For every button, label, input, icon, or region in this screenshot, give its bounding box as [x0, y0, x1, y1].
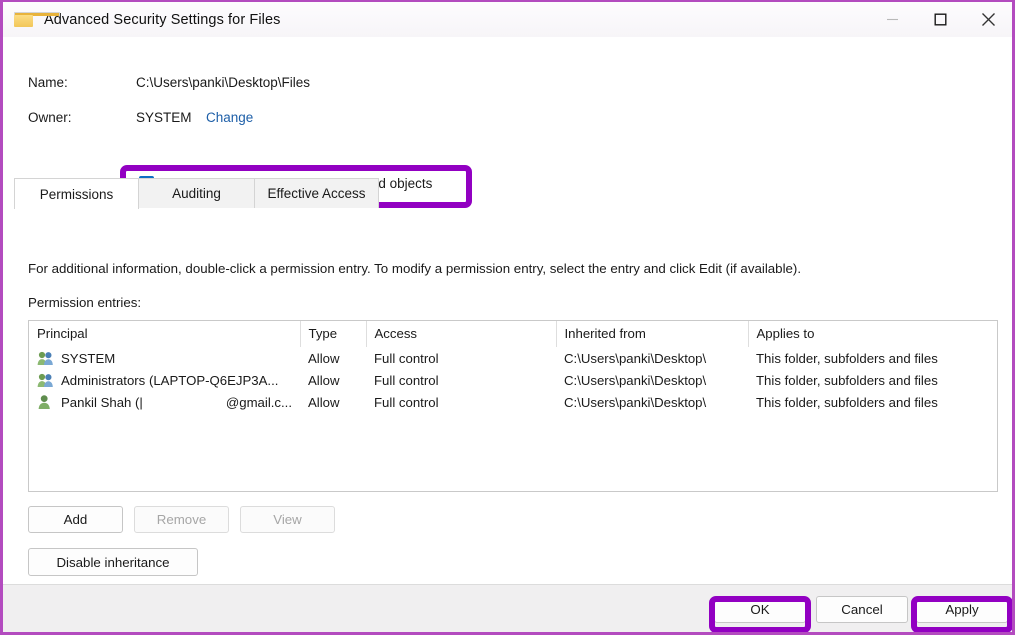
cell-applies-to: This folder, subfolders and files: [756, 394, 938, 410]
principal-name: Pankil Shah (|: [61, 394, 143, 410]
cell-principal: Pankil Shah (| @gmail.c...: [29, 391, 300, 413]
maximize-button[interactable]: [916, 2, 964, 37]
cell-type: Allow: [308, 394, 340, 410]
table-row[interactable]: SYSTEM Allow Full control C:\Users\panki…: [29, 347, 997, 369]
view-button-label: View: [273, 512, 302, 527]
tab-effective-access-label: Effective Access: [267, 186, 366, 201]
cell-inherited-from: C:\Users\panki\Desktop\: [564, 394, 707, 410]
cell-principal: Administrators (LAPTOP-Q6EJP3A...: [29, 369, 300, 391]
apply-button-label: Apply: [945, 602, 979, 617]
permissions-panel: For additional information, double-click…: [14, 208, 1001, 610]
name-value: C:\Users\panki\Desktop\Files: [136, 75, 311, 90]
table-row[interactable]: Administrators (LAPTOP-Q6EJP3A... Allow …: [29, 369, 997, 391]
close-icon: [981, 13, 995, 26]
dialog-footer: OK Cancel Apply: [3, 584, 1012, 632]
tab-effective-access[interactable]: Effective Access: [254, 178, 379, 208]
info-text: For additional information, double-click…: [28, 261, 802, 276]
owner-change-link[interactable]: Change: [206, 110, 253, 125]
group-icon: [37, 373, 53, 387]
table-header-row: Principal Type Access Inherited from App…: [29, 321, 997, 347]
remove-button-label: Remove: [156, 512, 207, 527]
cell-access: Full control: [374, 350, 439, 366]
cell-applies-to: This folder, subfolders and files: [756, 350, 938, 366]
permission-entries-label: Permission entries:: [28, 295, 142, 310]
column-header-access[interactable]: Access: [366, 321, 557, 347]
folder-icon: [14, 11, 60, 28]
principal-name: Administrators (LAPTOP-Q6EJP3A...: [61, 372, 279, 388]
maximize-icon: [934, 13, 947, 26]
cell-access: Full control: [374, 372, 439, 388]
close-button[interactable]: [964, 2, 1012, 37]
cell-principal: SYSTEM: [29, 347, 300, 369]
view-button[interactable]: View: [240, 506, 335, 533]
cell-inherited-from: C:\Users\panki\Desktop\: [564, 350, 707, 366]
column-header-inherited-from[interactable]: Inherited from: [556, 321, 749, 347]
window-title: Advanced Security Settings for Files: [44, 11, 281, 28]
user-icon: [38, 395, 50, 409]
tab-strip: Permissions Auditing Effective Access: [14, 177, 1001, 209]
cell-inherited-from: C:\Users\panki\Desktop\: [564, 372, 707, 388]
add-button[interactable]: Add: [28, 506, 123, 533]
tab-permissions[interactable]: Permissions: [14, 178, 139, 209]
apply-button[interactable]: Apply: [916, 596, 1008, 623]
advanced-security-settings-window: Advanced Security Settings for Files Nam…: [0, 0, 1015, 635]
add-button-label: Add: [63, 512, 88, 527]
column-header-principal[interactable]: Principal: [29, 321, 301, 347]
title-bar: Advanced Security Settings for Files: [3, 2, 1012, 37]
ok-button-label: OK: [750, 602, 770, 617]
cell-type: Allow: [308, 372, 340, 388]
name-label: Name:: [28, 75, 68, 90]
window-controls: [868, 2, 1012, 37]
permission-entries-table[interactable]: Principal Type Access Inherited from App…: [28, 320, 998, 492]
dialog-content: Name: C:\Users\panki\Desktop\Files Owner…: [3, 37, 1012, 610]
disable-inheritance-button[interactable]: Disable inheritance: [28, 548, 198, 576]
owner-label: Owner:: [28, 110, 72, 125]
principal-email: @gmail.c...: [225, 394, 292, 410]
minimize-button[interactable]: [868, 2, 916, 37]
table-row[interactable]: Pankil Shah (| @gmail.c... Allow Full co…: [29, 391, 997, 413]
tab-auditing[interactable]: Auditing: [138, 178, 255, 208]
group-icon: [37, 351, 53, 365]
principal-name: SYSTEM: [61, 350, 116, 366]
owner-value: SYSTEM: [136, 110, 192, 125]
cancel-button-label: Cancel: [841, 602, 883, 617]
cell-access: Full control: [374, 394, 439, 410]
remove-button[interactable]: Remove: [134, 506, 229, 533]
disable-inheritance-label: Disable inheritance: [56, 554, 170, 570]
column-header-type[interactable]: Type: [300, 321, 367, 347]
cancel-button[interactable]: Cancel: [816, 596, 908, 623]
column-header-applies-to[interactable]: Applies to: [748, 321, 997, 347]
minimize-icon: [886, 18, 898, 21]
tab-auditing-label: Auditing: [172, 186, 221, 201]
tab-permissions-label: Permissions: [39, 186, 114, 202]
cell-applies-to: This folder, subfolders and files: [756, 372, 938, 388]
ok-button[interactable]: OK: [714, 596, 806, 623]
cell-type: Allow: [308, 350, 340, 366]
